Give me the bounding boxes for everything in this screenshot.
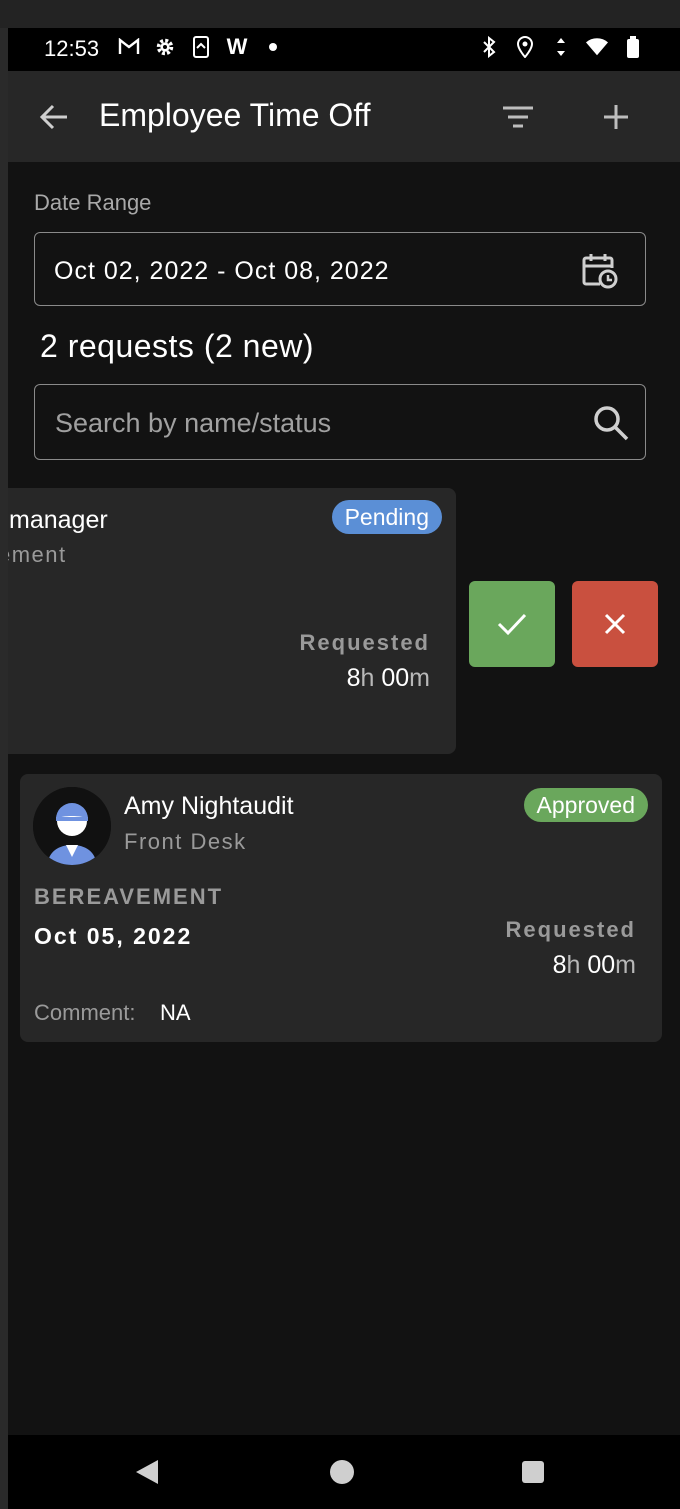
calendar-clock-icon bbox=[582, 254, 618, 289]
check-icon bbox=[497, 613, 527, 636]
close-icon bbox=[604, 613, 626, 635]
reject-button[interactable] bbox=[572, 581, 658, 667]
status-left-icons: W bbox=[118, 34, 284, 59]
app-bar: Employee Time Off bbox=[8, 71, 680, 162]
requested-duration: 8h 00m bbox=[552, 951, 636, 979]
filter-icon bbox=[503, 106, 533, 128]
add-button[interactable] bbox=[594, 95, 638, 139]
window-frame-left bbox=[0, 28, 8, 1509]
status-badge-pending: Pending bbox=[331, 500, 442, 534]
date-range-label: Date Range bbox=[34, 190, 152, 215]
status-right-icons bbox=[478, 36, 644, 58]
settings-icon bbox=[154, 36, 176, 58]
w-icon: W bbox=[226, 34, 248, 59]
system-nav-bar bbox=[8, 1435, 680, 1509]
date-range-value: Oct 02, 2022 - Oct 08, 2022 bbox=[54, 257, 390, 285]
wifi-icon bbox=[586, 36, 608, 58]
nav-back-button[interactable] bbox=[134, 1459, 160, 1485]
request-card-pending[interactable]: manager ement Pending Requested 8h 00m bbox=[8, 488, 456, 754]
back-button[interactable] bbox=[32, 95, 76, 139]
requested-label: Requested bbox=[505, 917, 636, 942]
requested-duration: 8h 00m bbox=[346, 664, 430, 692]
search-field[interactable] bbox=[34, 384, 646, 460]
search-input[interactable] bbox=[53, 403, 577, 443]
approve-button[interactable] bbox=[469, 581, 555, 667]
user-avatar-icon bbox=[33, 787, 111, 865]
nav-recents-button[interactable] bbox=[522, 1461, 544, 1483]
phone-screen: 12:53 W Employee Time Off Date Range Oct… bbox=[8, 28, 680, 1509]
status-bar: 12:53 W bbox=[8, 28, 680, 71]
data-arrows-icon bbox=[550, 36, 572, 58]
time-off-date: Oct 05, 2022 bbox=[34, 923, 193, 949]
window-frame-top bbox=[0, 0, 680, 28]
gmail-icon bbox=[118, 36, 140, 58]
screen-share-icon bbox=[190, 36, 212, 58]
request-card-approved[interactable]: Amy Nightaudit Front Desk Approved BEREA… bbox=[20, 774, 662, 1042]
bluetooth-icon bbox=[478, 36, 500, 58]
search-button[interactable] bbox=[591, 403, 631, 443]
search-icon bbox=[594, 406, 629, 441]
status-time: 12:53 bbox=[44, 36, 100, 61]
filter-button[interactable] bbox=[496, 95, 540, 139]
requested-label: Requested bbox=[299, 630, 430, 655]
nav-home-button[interactable] bbox=[330, 1460, 354, 1484]
employee-department: ement bbox=[8, 542, 67, 567]
comment-value: NA bbox=[160, 1000, 191, 1025]
dot-icon bbox=[262, 36, 284, 58]
employee-department: Front Desk bbox=[124, 829, 247, 854]
comment-label: Comment: bbox=[34, 1000, 136, 1025]
time-off-type: BEREAVEMENT bbox=[34, 884, 224, 909]
arrow-left-icon bbox=[39, 104, 67, 130]
calendar-button[interactable] bbox=[580, 251, 620, 291]
status-badge-approved: Approved bbox=[523, 788, 648, 822]
employee-name: Amy Nightaudit bbox=[124, 792, 294, 820]
requests-summary: 2 requests (2 new) bbox=[40, 328, 315, 364]
battery-icon bbox=[622, 36, 644, 58]
employee-name: manager bbox=[9, 506, 108, 534]
page-title: Employee Time Off bbox=[99, 97, 371, 133]
triangle-back-icon bbox=[136, 1460, 158, 1484]
location-icon bbox=[514, 36, 536, 58]
date-range-field[interactable]: Oct 02, 2022 - Oct 08, 2022 bbox=[34, 232, 646, 306]
plus-icon bbox=[604, 105, 628, 129]
